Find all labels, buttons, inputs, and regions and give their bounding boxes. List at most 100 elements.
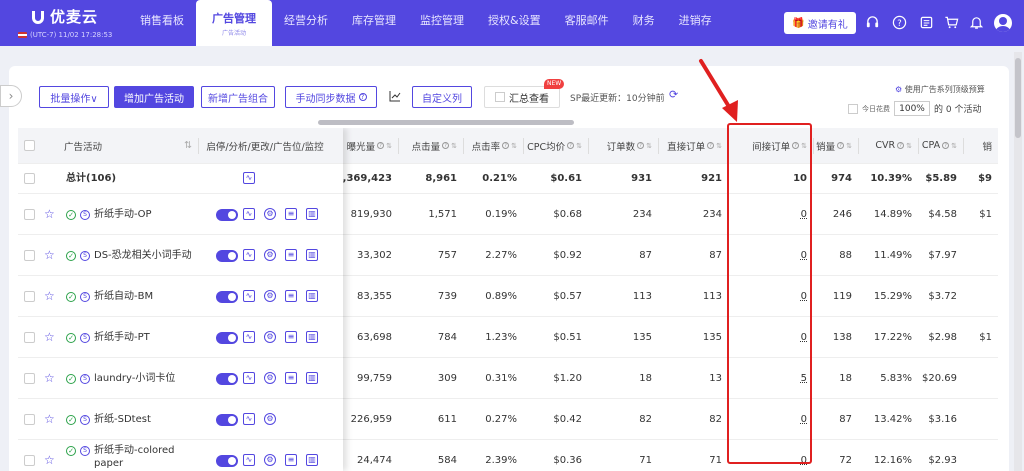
sort-icon[interactable]: ⇅ <box>178 128 198 163</box>
settings-gear-icon[interactable]: ⚙ <box>264 208 276 220</box>
nav-item-8[interactable]: 进销存 <box>667 0 724 43</box>
row-checkbox[interactable] <box>24 414 35 425</box>
notes-icon[interactable] <box>918 14 934 30</box>
cart-icon[interactable] <box>943 14 959 30</box>
favorite-star-icon[interactable]: ☆ <box>44 289 55 303</box>
nav-item-1[interactable]: 广告管理 广告活动 <box>196 0 272 46</box>
campaign-name-link[interactable]: 折纸-SDtest <box>94 413 194 426</box>
campaign-column-header[interactable]: 广告活动 <box>64 128 194 163</box>
analysis-chart-icon[interactable]: ∿ <box>243 331 255 343</box>
analysis-chart-icon[interactable]: ∿ <box>243 208 255 220</box>
row-checkbox[interactable] <box>24 250 35 261</box>
sort-icon[interactable]: ⇅ <box>511 142 517 150</box>
placement-doc-icon[interactable]: ≡ <box>285 208 297 220</box>
avatar[interactable] <box>994 14 1012 32</box>
status-toggle[interactable] <box>216 414 238 426</box>
placement-doc-icon[interactable]: ≡ <box>285 372 297 384</box>
select-all-checkbox[interactable] <box>24 140 35 151</box>
settings-gear-icon[interactable]: ⚙ <box>264 249 276 261</box>
custom-columns-button[interactable]: 自定义列 <box>412 86 472 108</box>
placement-doc-icon[interactable]: ≡ <box>285 331 297 343</box>
budget-settings-link[interactable]: ⚙ 使用广告系列顶级预算 <box>895 84 985 95</box>
table-cell[interactable]: 921 <box>658 164 728 193</box>
table-cell[interactable]: 71 <box>588 440 658 471</box>
new-portfolio-button[interactable]: 新增广告组合 <box>201 86 275 108</box>
manual-sync-button[interactable]: 手动同步数据? <box>285 86 377 108</box>
campaign-name-link[interactable]: 折纸手动-PT <box>94 331 194 344</box>
favorite-star-icon[interactable]: ☆ <box>44 330 55 344</box>
invite-button[interactable]: 🎁 邀请有礼 <box>784 12 856 34</box>
bell-icon[interactable] <box>968 14 984 30</box>
expand-sidebar-button[interactable]: › <box>0 85 22 107</box>
help-icon[interactable]: ? <box>891 14 907 30</box>
table-cell[interactable]: 18 <box>588 358 658 398</box>
batch-operation-button[interactable]: 批量操作∨ <box>39 86 109 108</box>
sort-icon[interactable]: ⇅ <box>906 142 912 150</box>
status-toggle[interactable] <box>216 332 238 344</box>
analysis-chart-icon[interactable]: ∿ <box>243 413 255 425</box>
table-cell[interactable]: 13 <box>658 358 728 398</box>
analysis-chart-icon[interactable]: ∿ <box>243 290 255 302</box>
campaign-name-link[interactable]: 折纸手动-OP <box>94 208 194 221</box>
settings-gear-icon[interactable]: ⚙ <box>264 454 276 466</box>
row-checkbox[interactable] <box>24 373 35 384</box>
settings-gear-icon[interactable]: ⚙ <box>264 290 276 302</box>
summary-view-toggle[interactable]: 汇总查看 <box>484 86 560 108</box>
status-toggle[interactable] <box>216 291 238 303</box>
row-checkbox[interactable] <box>24 173 35 184</box>
analysis-chart-icon[interactable]: ∿ <box>243 249 255 261</box>
trend-chart-icon[interactable] <box>389 90 401 105</box>
scrollbar-thumb[interactable] <box>1015 58 1021 138</box>
table-cell[interactable]: 931 <box>588 164 658 193</box>
nav-item-7[interactable]: 财务 <box>621 0 667 43</box>
favorite-star-icon[interactable]: ☆ <box>44 371 55 385</box>
sort-icon[interactable]: ⇅ <box>576 142 582 150</box>
settings-gear-icon[interactable]: ⚙ <box>264 372 276 384</box>
sort-icon[interactable]: ⇅ <box>716 142 722 150</box>
column-header[interactable]: CVR? ⇅ <box>858 128 918 163</box>
zoom-percent[interactable]: 100% <box>894 101 930 116</box>
settings-gear-icon[interactable]: ⚙ <box>264 413 276 425</box>
nav-item-5[interactable]: 授权&设置 <box>476 0 553 43</box>
add-campaign-button[interactable]: 增加广告活动 <box>114 86 194 108</box>
status-toggle[interactable] <box>216 373 238 385</box>
placement-doc-icon[interactable]: ≡ <box>285 454 297 466</box>
table-cell[interactable]: 234 <box>588 194 658 234</box>
campaign-name-link[interactable]: DS-恐龙相关小词手动 <box>94 249 194 262</box>
table-cell[interactable]: 71 <box>658 440 728 471</box>
column-header[interactable]: 直接订单? ⇅ <box>658 128 728 163</box>
row-checkbox[interactable] <box>24 209 35 220</box>
favorite-star-icon[interactable]: ☆ <box>44 412 55 426</box>
column-header[interactable]: CPC均价? ⇅ <box>523 128 588 163</box>
status-toggle[interactable] <box>216 250 238 262</box>
today-checkbox[interactable] <box>848 103 858 114</box>
nav-item-0[interactable]: 销售看板 <box>128 0 196 43</box>
favorite-star-icon[interactable]: ☆ <box>44 207 55 221</box>
row-checkbox[interactable] <box>24 455 35 466</box>
status-toggle[interactable] <box>216 209 238 221</box>
campaign-name-link[interactable]: 折纸自动-BM <box>94 290 194 303</box>
sort-icon[interactable]: ⇅ <box>646 142 652 150</box>
nav-item-2[interactable]: 经营分析 <box>272 0 340 43</box>
monitor-icon[interactable]: ▥ <box>306 331 318 343</box>
status-toggle[interactable] <box>216 455 238 467</box>
row-checkbox[interactable] <box>24 332 35 343</box>
table-cell[interactable]: 87 <box>658 235 728 275</box>
column-header[interactable]: CPA? ⇅ <box>918 128 963 163</box>
table-cell[interactable]: 82 <box>588 399 658 439</box>
column-header[interactable]: 订单数? ⇅ <box>588 128 658 163</box>
favorite-star-icon[interactable]: ☆ <box>44 248 55 262</box>
monitor-icon[interactable]: ▥ <box>306 454 318 466</box>
column-header[interactable]: 销 <box>963 128 998 163</box>
vertical-scrollbar[interactable] <box>1014 52 1022 471</box>
app-logo[interactable]: 优麦云 <box>30 6 98 27</box>
table-cell[interactable]: 135 <box>658 317 728 357</box>
summary-checkbox[interactable] <box>495 92 505 102</box>
column-header[interactable]: 曝光量? ⇅ <box>343 128 398 163</box>
settings-gear-icon[interactable]: ⚙ <box>264 331 276 343</box>
sort-icon[interactable]: ⇅ <box>846 142 852 150</box>
row-checkbox[interactable] <box>24 291 35 302</box>
analysis-chart-icon[interactable]: ∿ <box>243 454 255 466</box>
table-cell[interactable]: 113 <box>588 276 658 316</box>
sort-icon[interactable]: ⇅ <box>386 142 392 150</box>
